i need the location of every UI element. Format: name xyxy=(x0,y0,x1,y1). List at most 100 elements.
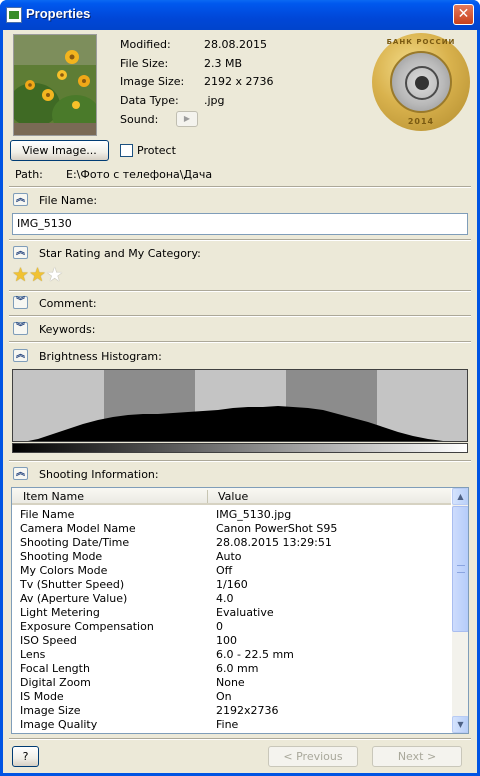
chevron-down-icon: ︾ xyxy=(15,323,25,333)
table-row[interactable]: Lens 6.0 - 22.5 mm xyxy=(12,648,451,662)
table-row[interactable]: Exposure Compensation 0 xyxy=(12,620,451,634)
table-row[interactable]: ISO Speed 100 xyxy=(12,634,451,648)
shooting-info-section-label: Shooting Information: xyxy=(39,468,159,481)
scroll-up-button[interactable]: ▲ xyxy=(452,488,468,505)
table-row[interactable]: IS Mode On xyxy=(12,690,451,704)
star-rating[interactable]: ★★★ xyxy=(12,265,63,285)
table-row[interactable]: Shooting Mode Auto xyxy=(12,550,451,564)
help-button[interactable]: ? xyxy=(12,746,39,767)
table-row[interactable]: My Colors Mode Off xyxy=(12,564,451,578)
star-icon-filled[interactable]: ★ xyxy=(29,265,46,285)
previous-button[interactable]: < Previous xyxy=(268,746,358,767)
previous-label: Previous xyxy=(296,750,343,763)
table-row[interactable]: File Name IMG_5130.jpg xyxy=(12,508,451,522)
protect-label: Protect xyxy=(137,144,176,157)
table-row[interactable]: Image Quality Fine xyxy=(12,718,451,732)
collapse-file-name-toggle[interactable]: ︽ xyxy=(13,193,28,206)
scrollbar-thumb[interactable] xyxy=(452,506,468,632)
expand-comment-toggle[interactable]: ︾ xyxy=(13,296,28,309)
dialog-body: Modified: 28.08.2015 File Size: 2.3 MB I… xyxy=(3,30,477,773)
value-cell: 1/160 xyxy=(216,578,248,591)
item-name-cell: Focal Length xyxy=(20,662,90,675)
scroll-down-button[interactable]: ▼ xyxy=(452,716,468,733)
table-row[interactable]: Image Size 2192x2736 xyxy=(12,704,451,718)
coin-center xyxy=(390,51,452,113)
item-name-cell: File Name xyxy=(20,508,75,521)
close-button[interactable]: ✕ xyxy=(453,4,474,25)
column-header-item-name[interactable]: Item Name xyxy=(23,490,84,503)
collapse-histogram-toggle[interactable]: ︽ xyxy=(13,349,28,362)
table-row[interactable]: Light Metering Evaluative xyxy=(12,606,451,620)
arrow-up-icon: ▲ xyxy=(457,492,464,501)
image-size-value: 2192 x 2736 xyxy=(204,75,274,88)
keywords-section-label: Keywords: xyxy=(39,323,96,336)
image-size-label: Image Size: xyxy=(120,75,185,88)
next-button[interactable]: Next > xyxy=(372,746,462,767)
arrow-down-icon: ▼ xyxy=(457,720,464,729)
value-cell: Canon PowerShot S95 xyxy=(216,522,338,535)
file-size-value: 2.3 MB xyxy=(204,57,243,70)
data-type-label: Data Type: xyxy=(120,94,179,107)
table-row[interactable]: Digital Zoom None xyxy=(12,676,451,690)
star-icon-empty[interactable]: ★ xyxy=(46,265,63,285)
file-name-input[interactable]: IMG_5130 xyxy=(12,213,468,235)
modified-label: Modified: xyxy=(120,38,171,51)
divider xyxy=(9,290,471,292)
divider xyxy=(9,341,471,343)
item-name-cell: Digital Zoom xyxy=(20,676,91,689)
value-cell: Evaluative xyxy=(216,606,274,619)
column-header-value[interactable]: Value xyxy=(218,490,248,503)
next-label: Next xyxy=(397,750,424,763)
item-name-cell: Light Metering xyxy=(20,606,100,619)
play-icon: ▶ xyxy=(183,114,191,123)
chevron-left-icon: < xyxy=(283,750,297,763)
view-image-button[interactable]: View Image... xyxy=(10,140,109,161)
divider xyxy=(9,460,471,462)
path-label: Path: xyxy=(15,168,43,181)
protect-checkbox[interactable] xyxy=(120,144,133,157)
item-name-cell: Image Quality xyxy=(20,718,98,731)
column-divider[interactable] xyxy=(207,490,208,503)
play-sound-button[interactable]: ▶ xyxy=(176,111,198,127)
modified-value: 28.08.2015 xyxy=(204,38,267,51)
table-row[interactable]: Av (Aperture Value) 4.0 xyxy=(12,592,451,606)
brightness-gradient-bar xyxy=(12,443,468,453)
comment-section-label: Comment: xyxy=(39,297,97,310)
star-icon-filled[interactable]: ★ xyxy=(12,265,29,285)
data-type-value: .jpg xyxy=(204,94,225,107)
title-bar[interactable]: Properties ✕ xyxy=(0,0,480,30)
table-row[interactable]: Tv (Shutter Speed) 1/160 xyxy=(12,578,451,592)
coin-image: БАНК РОССИИ 2014 xyxy=(372,33,470,131)
table-row[interactable]: Focal Length 6.0 mm xyxy=(12,662,451,676)
collapse-shooting-info-toggle[interactable]: ︽ xyxy=(13,467,28,480)
expand-keywords-toggle[interactable]: ︾ xyxy=(13,322,28,335)
table-row[interactable]: Camera Model Name Canon PowerShot S95 xyxy=(12,522,451,536)
shooting-info-table[interactable]: Item Name Value File Name IMG_5130.jpg Cam… xyxy=(11,487,469,734)
value-cell: 0 xyxy=(216,620,223,633)
divider xyxy=(9,738,471,740)
histogram-section-label: Brightness Histogram: xyxy=(39,350,162,363)
value-cell: On xyxy=(216,690,232,703)
target-emblem xyxy=(405,66,439,100)
item-name-cell: ISO Speed xyxy=(20,634,77,647)
value-cell: 4.0 xyxy=(216,592,234,605)
table-row[interactable]: Shooting Date/Time 28.08.2015 13:29:51 xyxy=(12,536,451,550)
vertical-scrollbar[interactable]: ▲ ▼ xyxy=(452,488,468,733)
chevron-up-icon: ︽ xyxy=(15,247,25,257)
path-value: E:\Фото с телефона\Дача xyxy=(66,168,213,181)
item-name-cell: Camera Model Name xyxy=(20,522,136,535)
value-cell: Auto xyxy=(216,550,242,563)
value-cell: 2192x2736 xyxy=(216,704,279,717)
divider xyxy=(9,186,471,188)
value-cell: Fine xyxy=(216,718,239,731)
file-name-section-label: File Name: xyxy=(39,194,98,207)
collapse-rating-toggle[interactable]: ︽ xyxy=(13,246,28,259)
table-header: Item Name Value xyxy=(12,488,451,505)
coin-year-text: 2014 xyxy=(407,117,435,126)
chevron-up-icon: ︽ xyxy=(15,194,25,204)
grip-icon xyxy=(457,565,465,573)
coin-top-text: БАНК РОССИИ xyxy=(386,38,456,46)
value-cell: None xyxy=(216,676,245,689)
file-size-label: File Size: xyxy=(120,57,169,70)
value-cell: 6.0 - 22.5 mm xyxy=(216,648,294,661)
